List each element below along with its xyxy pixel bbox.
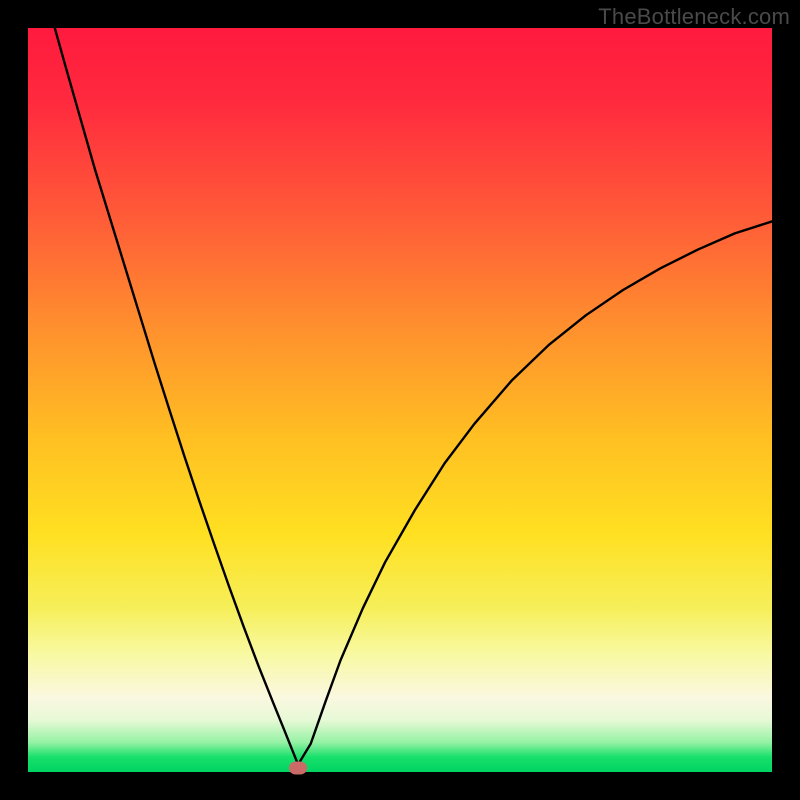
plot-area	[28, 28, 772, 772]
watermark-text: TheBottleneck.com	[598, 4, 790, 30]
chart-frame: TheBottleneck.com	[0, 0, 800, 800]
bottleneck-curve	[28, 28, 772, 772]
optimal-point-marker	[289, 762, 307, 775]
